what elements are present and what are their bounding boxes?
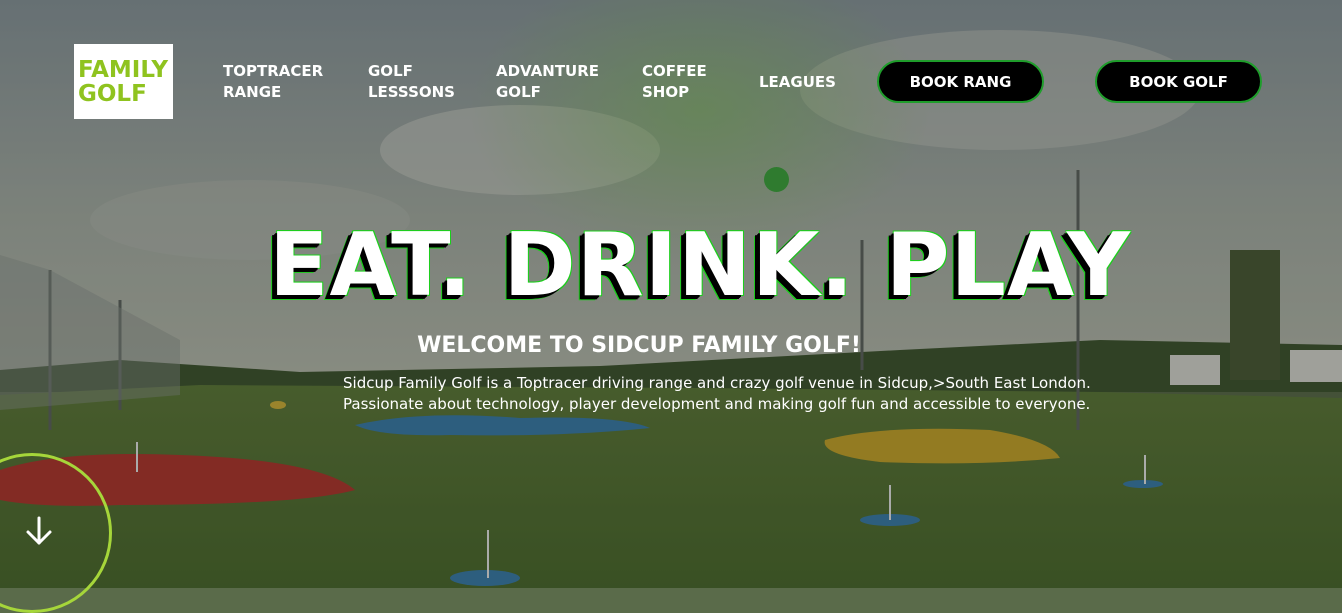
- nav-label-line2: GOLF: [496, 83, 541, 101]
- hero-headline: EAT. DRINK. PLAY: [269, 214, 1131, 316]
- nav-label-line2: RANGE: [223, 83, 282, 101]
- book-range-button[interactable]: BOOK RANG: [877, 60, 1044, 103]
- nav-label-line1: GOLF: [368, 62, 413, 80]
- family-golf-logo[interactable]: FAMILY GOLF: [74, 44, 173, 119]
- carousel-dot[interactable]: [764, 167, 789, 192]
- hero-subheading: WELCOME TO SIDCUP FAMILY GOLF!: [417, 333, 861, 358]
- nav-toptracer-range[interactable]: TOPTRACER RANGE: [223, 61, 323, 103]
- nav-golf-lessons[interactable]: GOLF LESSSONS: [368, 61, 455, 103]
- arrow-down-icon[interactable]: [22, 514, 56, 548]
- nav-label-line2: LESSSONS: [368, 83, 455, 101]
- intro-line-1: Sidcup Family Golf is a Toptracer drivin…: [343, 374, 1091, 392]
- book-golf-button[interactable]: BOOK GOLF: [1095, 60, 1262, 103]
- nav-adventure-golf[interactable]: ADVANTURE GOLF: [496, 61, 599, 103]
- intro-line-2: Passionate about technology, player deve…: [343, 395, 1091, 413]
- nav-label-line1: ADVANTURE: [496, 62, 600, 80]
- nav-label-line2: SHOP: [642, 83, 690, 101]
- nav-label-line1: TOPTRACER: [223, 62, 324, 80]
- nav-coffee-shop[interactable]: COFFEE SHOP: [642, 61, 707, 103]
- nav-label-line1: COFFEE: [642, 62, 707, 80]
- logo-line1: FAMILY: [78, 56, 169, 83]
- nav-label: LEAGUES: [759, 73, 836, 91]
- logo-line2: GOLF: [78, 80, 147, 107]
- hero-intro: Sidcup Family Golf is a Toptracer drivin…: [343, 373, 1103, 415]
- nav-leagues[interactable]: LEAGUES: [759, 72, 836, 93]
